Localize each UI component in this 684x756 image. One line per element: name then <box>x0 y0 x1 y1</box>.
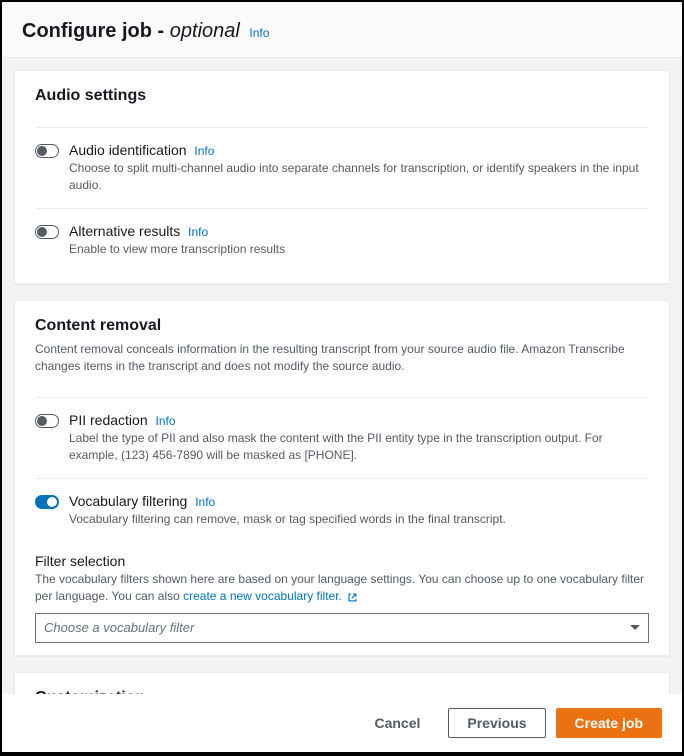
pii-redaction-toggle[interactable] <box>35 414 59 428</box>
pii-redaction-label-text: PII redaction <box>69 412 148 428</box>
content-removal-title: Content removal <box>35 317 649 335</box>
content-removal-panel: Content removal Content removal conceals… <box>14 300 670 656</box>
create-vocabulary-filter-link[interactable]: create a new vocabulary filter. <box>183 589 358 603</box>
pii-redaction-text: PII redaction Info Label the type of PII… <box>69 412 649 464</box>
vocabulary-filtering-label-text: Vocabulary filtering <box>69 493 187 509</box>
vocabulary-filter-select[interactable]: Choose a vocabulary filter <box>35 613 649 643</box>
content-removal-desc: Content removal conceals information in … <box>35 341 649 375</box>
vocabulary-filtering-toggle[interactable] <box>35 495 59 509</box>
pii-redaction-setting: PII redaction Info Label the type of PII… <box>35 397 649 478</box>
audio-identification-label-text: Audio identification <box>69 142 187 158</box>
pii-redaction-info-link[interactable]: Info <box>156 414 176 428</box>
cancel-button[interactable]: Cancel <box>356 709 438 737</box>
vocabulary-filtering-desc: Vocabulary filtering can remove, mask or… <box>69 511 649 528</box>
audio-identification-label: Audio identification Info <box>69 142 649 158</box>
external-link-icon <box>347 592 358 603</box>
vocabulary-filtering-text: Vocabulary filtering Info Vocabulary fil… <box>69 493 649 528</box>
audio-settings-header: Audio settings <box>15 71 669 113</box>
vocabulary-filter-placeholder: Choose a vocabulary filter <box>44 620 194 635</box>
customization-header: Customization <box>15 673 669 694</box>
pii-redaction-label: PII redaction Info <box>69 412 649 428</box>
footer-actions: Cancel Previous Create job <box>2 694 682 752</box>
content-removal-body: PII redaction Info Label the type of PII… <box>15 383 669 655</box>
audio-identification-text: Audio identification Info Choose to spli… <box>69 142 649 194</box>
filter-selection-desc: The vocabulary filters shown here are ba… <box>35 571 649 605</box>
filter-selection-label: Filter selection <box>35 553 649 569</box>
audio-settings-title: Audio settings <box>35 87 649 105</box>
alternative-results-info-link[interactable]: Info <box>188 225 208 239</box>
page-header: Configure job - optional Info <box>2 2 682 58</box>
page-title-info-link[interactable]: Info <box>249 26 269 40</box>
customization-panel: Customization Custom vocabulary Info A c… <box>14 672 670 694</box>
audio-identification-toggle[interactable] <box>35 144 59 158</box>
alternative-results-desc: Enable to view more transcription result… <box>69 241 649 258</box>
vocabulary-filtering-label: Vocabulary filtering Info <box>69 493 649 509</box>
content-area: Audio settings Audio identification Info… <box>2 58 682 694</box>
content-removal-header: Content removal Content removal conceals… <box>15 301 669 383</box>
audio-identification-desc: Choose to split multi-channel audio into… <box>69 160 649 194</box>
page-container: Configure job - optional Info Audio sett… <box>2 2 682 752</box>
alternative-results-label: Alternative results Info <box>69 223 649 239</box>
alternative-results-label-text: Alternative results <box>69 223 180 239</box>
chevron-down-icon <box>630 625 640 630</box>
filter-selection-field: Filter selection The vocabulary filters … <box>35 545 649 643</box>
create-vocabulary-filter-link-text: create a new vocabulary filter. <box>183 589 342 603</box>
title-optional: optional <box>170 20 240 42</box>
audio-settings-panel: Audio settings Audio identification Info… <box>14 70 670 284</box>
alternative-results-text: Alternative results Info Enable to view … <box>69 223 649 258</box>
alternative-results-setting: Alternative results Info Enable to view … <box>35 208 649 272</box>
alternative-results-toggle[interactable] <box>35 225 59 239</box>
previous-button[interactable]: Previous <box>448 708 545 738</box>
vocabulary-filtering-setting: Vocabulary filtering Info Vocabulary fil… <box>35 478 649 542</box>
page-title: Configure job - optional Info <box>22 20 269 42</box>
audio-identification-setting: Audio identification Info Choose to spli… <box>35 127 649 208</box>
audio-settings-body: Audio identification Info Choose to spli… <box>15 113 669 283</box>
vocabulary-filtering-info-link[interactable]: Info <box>195 495 215 509</box>
create-job-button[interactable]: Create job <box>556 708 662 738</box>
title-prefix: Configure job - <box>22 20 170 42</box>
audio-identification-info-link[interactable]: Info <box>194 144 214 158</box>
pii-redaction-desc: Label the type of PII and also mask the … <box>69 430 649 464</box>
